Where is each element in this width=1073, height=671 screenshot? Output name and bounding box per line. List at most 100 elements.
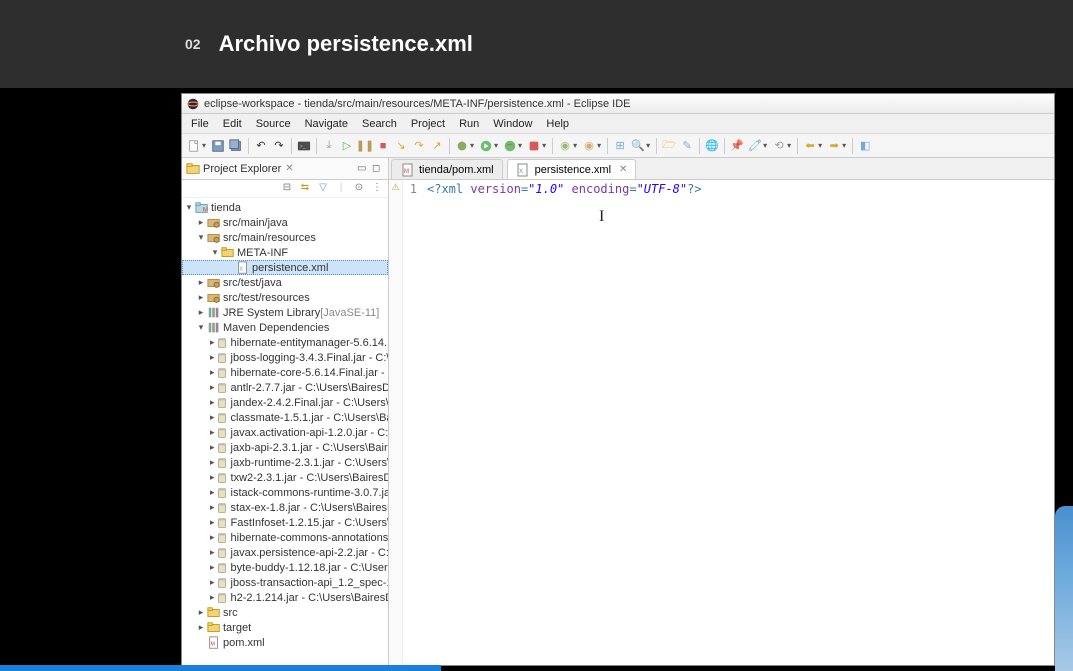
editor-body[interactable]: ⚠ 1 <?xml version="1.0" encoding="UTF-8"… xyxy=(389,180,1054,665)
menu-bar: File Edit Source Navigate Search Project… xyxy=(182,114,1054,134)
project-node[interactable]: ▾Mtienda xyxy=(182,200,388,215)
terminal-icon[interactable]: >_ xyxy=(296,138,312,154)
tab-persistence[interactable]: X persistence.xml ✕ xyxy=(507,159,637,179)
undo-icon[interactable]: ↶ xyxy=(253,138,269,154)
menu-search[interactable]: Search xyxy=(355,116,404,132)
jar-icon xyxy=(215,441,229,454)
stop-icon[interactable]: ■ xyxy=(375,138,391,154)
jar-icon xyxy=(215,426,229,439)
jar-node[interactable]: ▸jaxb-api-2.3.1.jar - C:\Users\BairesD xyxy=(182,440,388,455)
jar-node[interactable]: ▸h2-2.1.214.jar - C:\Users\BairesDev xyxy=(182,590,388,605)
jar-node[interactable]: ▸byte-buddy-1.12.18.jar - C:\Users\E xyxy=(182,560,388,575)
jar-node[interactable]: ▸classmate-1.5.1.jar - C:\Users\Baire xyxy=(182,410,388,425)
src-test-java-node[interactable]: ▸src/test/java xyxy=(182,275,388,290)
step-over-icon[interactable]: ↷ xyxy=(411,138,427,154)
view-menu-icon[interactable]: ⋮ xyxy=(370,182,384,196)
src-main-java-node[interactable]: ▸src/main/java xyxy=(182,215,388,230)
jar-node[interactable]: ▸hibernate-entitymanager-5.6.14.Fir xyxy=(182,335,388,350)
debug-icon[interactable] xyxy=(454,138,470,154)
jar-node[interactable]: ▸hibernate-commons-annotations- xyxy=(182,530,388,545)
link-editor-icon[interactable]: ⇆ xyxy=(298,182,312,196)
menu-window[interactable]: Window xyxy=(486,116,539,132)
menu-help[interactable]: Help xyxy=(539,116,576,132)
skip-icon[interactable]: ⤓ xyxy=(321,138,337,154)
close-icon[interactable]: ✕ xyxy=(619,164,627,175)
jar-node[interactable]: ▸javax.activation-api-1.2.0.jar - C:\U xyxy=(182,425,388,440)
svg-text:M: M xyxy=(210,641,214,647)
new-package-icon[interactable]: ◉ xyxy=(581,138,597,154)
jar-node[interactable]: ▸txw2-2.3.1.jar - C:\Users\BairesDev xyxy=(182,470,388,485)
minimize-icon[interactable]: ▭ xyxy=(357,163,369,175)
menu-navigate[interactable]: Navigate xyxy=(298,116,355,132)
menu-edit[interactable]: Edit xyxy=(216,116,249,132)
menu-file[interactable]: File xyxy=(184,116,216,132)
slide-title: Archivo persistence.xml xyxy=(219,31,473,57)
resume-icon[interactable]: ▷ xyxy=(339,138,355,154)
jar-icon xyxy=(215,411,229,424)
open-task-icon[interactable]: 🗁 xyxy=(661,138,677,154)
filter-icon[interactable]: ▽ xyxy=(316,182,330,196)
explorer-header: Project Explorer ✕ ▭ ◻ xyxy=(182,158,388,180)
perspective-icon[interactable]: ◧ xyxy=(857,138,873,154)
target-folder-node[interactable]: ▸target xyxy=(182,620,388,635)
menu-source[interactable]: Source xyxy=(249,116,298,132)
search-icon[interactable]: 🔍 xyxy=(630,138,646,154)
jre-library-node[interactable]: ▸JRE System Library [JavaSE-11] xyxy=(182,305,388,320)
open-type-icon[interactable]: ⊞ xyxy=(612,138,628,154)
focus-icon[interactable]: ⊙ xyxy=(352,182,366,196)
jar-node[interactable]: ▸FastInfoset-1.2.15.jar - C:\Users\Bai xyxy=(182,515,388,530)
jar-icon xyxy=(215,396,229,409)
sync-icon[interactable]: ⟲ xyxy=(771,138,787,154)
src-main-resources-node[interactable]: ▾src/main/resources xyxy=(182,230,388,245)
jar-node[interactable]: ▸javax.persistence-api-2.2.jar - C:\U xyxy=(182,545,388,560)
eclipse-window: eclipse-workspace - tienda/src/main/reso… xyxy=(181,93,1055,666)
coverage-icon[interactable] xyxy=(502,138,518,154)
project-tree[interactable]: ▾Mtienda ▸src/main/java ▾src/main/resour… xyxy=(182,198,388,665)
menu-project[interactable]: Project xyxy=(404,116,452,132)
web-icon[interactable]: 🌐 xyxy=(704,138,720,154)
bookmark-icon[interactable]: 🧷 xyxy=(747,138,763,154)
ext-tools-icon[interactable] xyxy=(526,138,542,154)
jar-node[interactable]: ▸jboss-logging-3.4.3.Final.jar - C:\U xyxy=(182,350,388,365)
jar-node[interactable]: ▸jboss-transaction-api_1.2_spec-1.1. xyxy=(182,575,388,590)
jar-node[interactable]: ▸jandex-2.4.2.Final.jar - C:\Users\Bai xyxy=(182,395,388,410)
maximize-icon[interactable]: ◻ xyxy=(372,163,384,175)
editor-tabs: M tienda/pom.xml X persistence.xml ✕ xyxy=(389,158,1054,180)
pin-icon[interactable]: 📌 xyxy=(729,138,745,154)
back-icon[interactable]: ⬅ xyxy=(802,138,818,154)
pause-icon[interactable]: ❚❚ xyxy=(357,138,373,154)
source-folder-icon xyxy=(206,291,221,304)
step-into-icon[interactable]: ↘ xyxy=(393,138,409,154)
redo-icon[interactable]: ↷ xyxy=(271,138,287,154)
new-icon[interactable] xyxy=(186,138,202,154)
save-icon[interactable] xyxy=(210,138,226,154)
run-icon[interactable] xyxy=(478,138,494,154)
menu-run[interactable]: Run xyxy=(452,116,486,132)
maven-deps-node[interactable]: ▾Maven Dependencies xyxy=(182,320,388,335)
code-area[interactable]: <?xml version="1.0" encoding="UTF-8"?> I xyxy=(423,180,1054,665)
jar-node[interactable]: ▸stax-ex-1.8.jar - C:\Users\BairesDev xyxy=(182,500,388,515)
line-number-gutter: 1 xyxy=(403,180,423,665)
svg-text:>_: >_ xyxy=(300,143,306,149)
jar-node[interactable]: ▸antlr-2.7.7.jar - C:\Users\BairesDev\ xyxy=(182,380,388,395)
step-return-icon[interactable]: ↗ xyxy=(429,138,445,154)
persistence-xml-node[interactable]: Xpersistence.xml xyxy=(182,260,388,275)
tab-pom[interactable]: M tienda/pom.xml xyxy=(391,159,503,179)
meta-inf-node[interactable]: ▾META-INF xyxy=(182,245,388,260)
task-icon[interactable]: ✎ xyxy=(679,138,695,154)
jar-node[interactable]: ▸hibernate-core-5.6.14.Final.jar - C:\ xyxy=(182,365,388,380)
save-all-icon[interactable] xyxy=(228,138,244,154)
folder-icon xyxy=(220,246,235,259)
text-cursor-icon: I xyxy=(599,208,604,226)
explorer-icon xyxy=(186,162,200,176)
folder-icon xyxy=(206,621,221,634)
collapse-all-icon[interactable]: ⊟ xyxy=(280,182,294,196)
new-class-icon[interactable]: ◉ xyxy=(557,138,573,154)
pom-xml-node[interactable]: Mpom.xml xyxy=(182,635,388,650)
jar-node[interactable]: ▸istack-commons-runtime-3.0.7.jar xyxy=(182,485,388,500)
jar-node[interactable]: ▸jaxb-runtime-2.3.1.jar - C:\Users\Ba xyxy=(182,455,388,470)
src-test-resources-node[interactable]: ▸src/test/resources xyxy=(182,290,388,305)
forward-icon[interactable]: ➡ xyxy=(826,138,842,154)
explorer-pin-icon[interactable]: ✕ xyxy=(285,163,293,174)
src-folder-node[interactable]: ▸src xyxy=(182,605,388,620)
